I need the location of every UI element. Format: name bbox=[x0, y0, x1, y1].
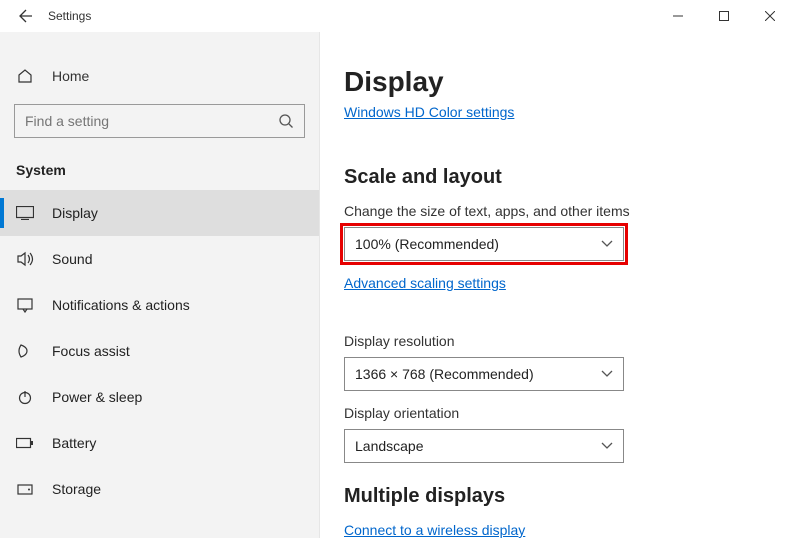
resolution-dropdown[interactable]: 1366 × 768 (Recommended) bbox=[344, 357, 624, 391]
sidebar-item-label: Power & sleep bbox=[52, 389, 142, 405]
maximize-button[interactable] bbox=[701, 0, 747, 32]
section-scale-header: Scale and layout bbox=[344, 166, 769, 189]
sidebar-item-label: Notifications & actions bbox=[52, 297, 190, 313]
wireless-display-link[interactable]: Connect to a wireless display bbox=[344, 522, 525, 538]
chevron-down-icon bbox=[601, 240, 613, 248]
minimize-icon bbox=[673, 11, 683, 21]
back-button[interactable] bbox=[12, 8, 40, 24]
sidebar-home-label: Home bbox=[52, 68, 89, 84]
hd-color-link[interactable]: Windows HD Color settings bbox=[344, 104, 514, 120]
advanced-scaling-link[interactable]: Advanced scaling settings bbox=[344, 275, 506, 291]
page-title: Display bbox=[344, 66, 769, 98]
sidebar-item-display[interactable]: Display bbox=[0, 190, 319, 236]
sidebar-item-label: Storage bbox=[52, 481, 101, 497]
chevron-down-icon bbox=[601, 442, 613, 450]
sidebar: Home System Display Sound bbox=[0, 32, 320, 538]
window-controls bbox=[655, 0, 793, 32]
close-button[interactable] bbox=[747, 0, 793, 32]
sidebar-category-header: System bbox=[0, 156, 319, 190]
resolution-label: Display resolution bbox=[344, 333, 769, 349]
sidebar-nav-list: Display Sound Notifications & actions Fo… bbox=[0, 190, 319, 538]
search-input[interactable] bbox=[25, 113, 278, 129]
sidebar-home[interactable]: Home bbox=[0, 60, 319, 92]
focus-assist-icon bbox=[16, 343, 34, 359]
chevron-down-icon bbox=[601, 370, 613, 378]
minimize-button[interactable] bbox=[655, 0, 701, 32]
sidebar-item-storage[interactable]: Storage bbox=[0, 466, 319, 512]
home-icon bbox=[16, 68, 34, 84]
maximize-icon bbox=[719, 11, 729, 21]
orientation-dropdown[interactable]: Landscape bbox=[344, 429, 624, 463]
arrow-left-icon bbox=[18, 8, 34, 24]
sidebar-item-focus-assist[interactable]: Focus assist bbox=[0, 328, 319, 374]
sidebar-item-battery[interactable]: Battery bbox=[0, 420, 319, 466]
sidebar-item-label: Sound bbox=[52, 251, 92, 267]
sidebar-item-label: Battery bbox=[52, 435, 96, 451]
sidebar-item-label: Display bbox=[52, 205, 98, 221]
window-title: Settings bbox=[48, 9, 91, 23]
sidebar-item-label: Focus assist bbox=[52, 343, 130, 359]
sidebar-item-power-sleep[interactable]: Power & sleep bbox=[0, 374, 319, 420]
main-content: Display Windows HD Color settings Scale … bbox=[320, 32, 793, 538]
orientation-value: Landscape bbox=[355, 438, 424, 454]
sidebar-item-sound[interactable]: Sound bbox=[0, 236, 319, 282]
notifications-icon bbox=[16, 297, 34, 313]
search-icon bbox=[278, 113, 294, 129]
scale-value: 100% (Recommended) bbox=[355, 236, 499, 252]
close-icon bbox=[765, 11, 775, 21]
orientation-label: Display orientation bbox=[344, 405, 769, 421]
storage-icon bbox=[16, 481, 34, 497]
battery-icon bbox=[16, 437, 34, 449]
sidebar-item-notifications[interactable]: Notifications & actions bbox=[0, 282, 319, 328]
scale-dropdown[interactable]: 100% (Recommended) bbox=[344, 227, 624, 261]
titlebar: Settings bbox=[0, 0, 793, 32]
section-multi-header: Multiple displays bbox=[344, 485, 769, 508]
power-icon bbox=[16, 389, 34, 405]
display-icon bbox=[16, 206, 34, 220]
sound-icon bbox=[16, 251, 34, 267]
search-box[interactable] bbox=[14, 104, 305, 138]
resolution-value: 1366 × 768 (Recommended) bbox=[355, 366, 534, 382]
scale-label: Change the size of text, apps, and other… bbox=[344, 203, 769, 219]
